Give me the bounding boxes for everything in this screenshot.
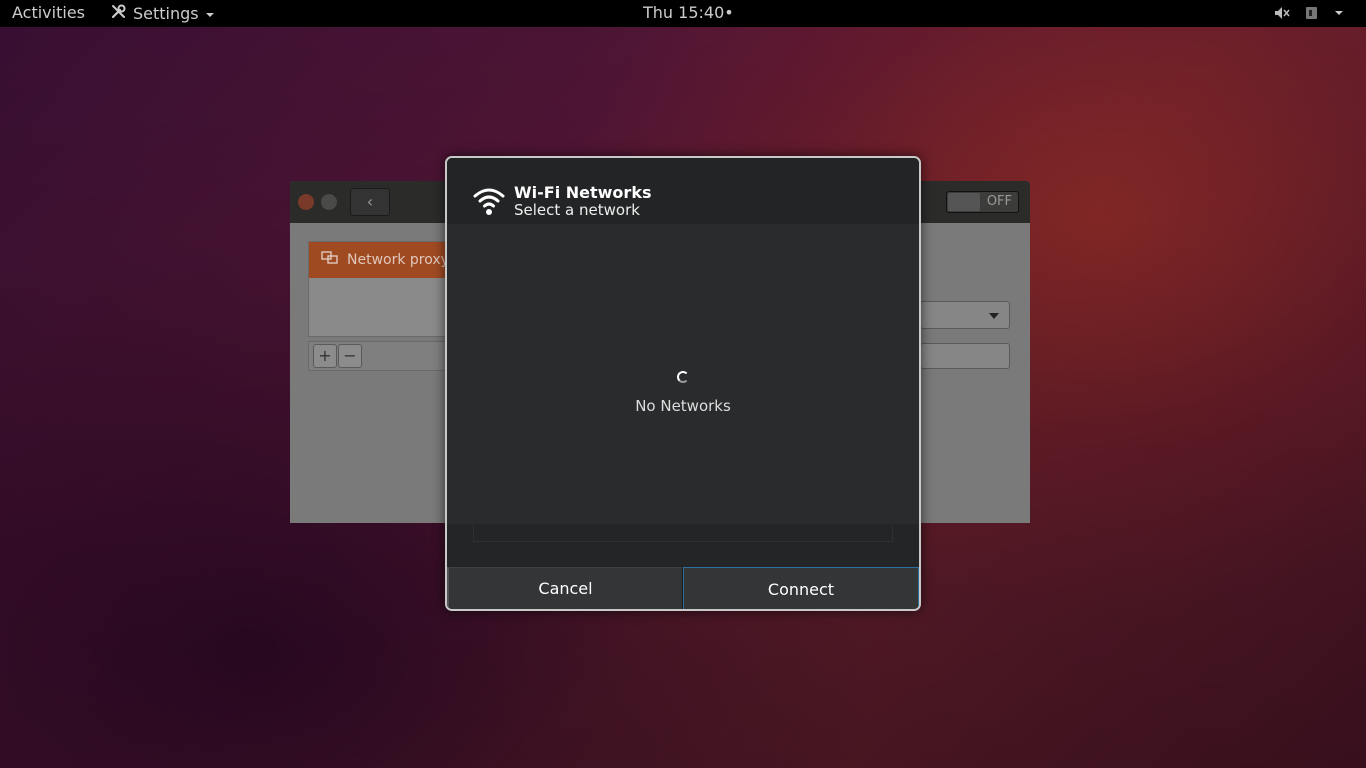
dialog-subtitle: Select a network xyxy=(514,201,640,219)
dialog-header: Wi-Fi Networks Select a network xyxy=(447,158,919,228)
system-menu-chevron-icon[interactable] xyxy=(1334,5,1350,21)
battery-icon[interactable] xyxy=(1304,5,1320,21)
settings-tools-icon xyxy=(110,3,127,24)
loading-spinner-icon xyxy=(677,371,689,383)
system-wide-toggle[interactable]: OFF xyxy=(946,191,1019,213)
app-menu[interactable]: Settings xyxy=(110,3,215,24)
empty-message: No Networks xyxy=(635,397,731,415)
clock[interactable]: Thu 15:40• xyxy=(643,3,734,22)
network-proxy-icon xyxy=(321,250,339,270)
chevron-down-icon xyxy=(205,4,215,23)
cancel-button[interactable]: Cancel xyxy=(447,567,683,609)
window-close-icon[interactable] xyxy=(298,194,314,210)
back-button[interactable]: ‹ xyxy=(350,188,390,216)
notification-dot-icon: • xyxy=(724,3,734,22)
chevron-left-icon: ‹ xyxy=(366,192,374,211)
toggle-knob xyxy=(948,193,980,211)
dialog-button-row: Cancel Connect xyxy=(447,567,919,609)
top-bar: Activities Settings Thu 15:40• xyxy=(0,0,1366,27)
proxy-method-dropdown[interactable] xyxy=(920,301,1010,329)
connect-button[interactable]: Connect xyxy=(683,567,919,609)
wifi-icon xyxy=(473,186,505,216)
toggle-state: OFF xyxy=(986,194,1012,209)
clock-time: Thu 15:40 xyxy=(643,3,725,22)
system-tray[interactable] xyxy=(1274,5,1350,21)
volume-muted-icon[interactable] xyxy=(1274,5,1290,21)
apply-system-wide-button[interactable] xyxy=(920,343,1010,369)
activities-button[interactable]: Activities xyxy=(12,3,85,22)
list-item-label: Network proxy xyxy=(347,252,449,268)
app-menu-label: Settings xyxy=(133,4,199,23)
add-connection-button[interactable]: + xyxy=(313,344,337,368)
remove-connection-button[interactable]: − xyxy=(338,344,362,368)
dialog-title: Wi-Fi Networks xyxy=(514,183,652,202)
window-minimize-icon[interactable] xyxy=(321,194,337,210)
list-frame xyxy=(473,524,893,542)
wifi-networks-dialog: Wi-Fi Networks Select a network No Netwo… xyxy=(445,156,921,611)
